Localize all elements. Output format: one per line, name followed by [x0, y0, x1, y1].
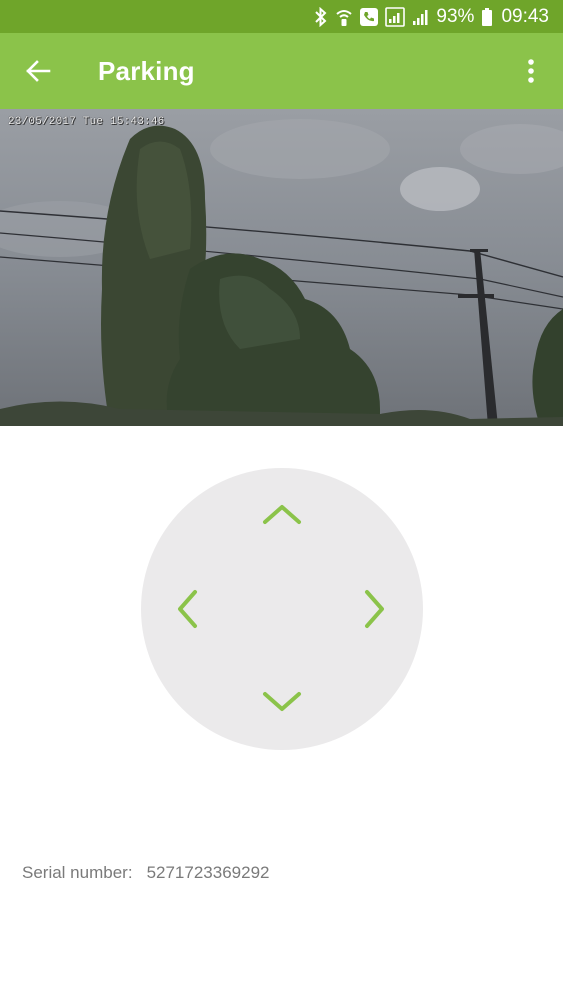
page-title: Parking — [98, 56, 195, 86]
more-vertical-icon — [528, 59, 534, 83]
camera-timestamp: 23/05/2017 Tue 15:43:46 — [8, 116, 165, 128]
battery-icon — [481, 0, 493, 33]
signal-sim2-icon — [412, 0, 430, 33]
chevron-down-icon — [263, 692, 301, 711]
camera-live-view: 23/05/2017 Tue 15:43:46 — [0, 109, 563, 426]
ptz-joystick[interactable] — [141, 468, 423, 750]
phone-icon — [360, 0, 379, 33]
chevron-up-icon — [263, 505, 301, 524]
arrow-left-icon — [26, 60, 51, 82]
pan-left-button[interactable] — [159, 581, 215, 637]
bluetooth-icon — [314, 0, 328, 33]
overflow-menu-button[interactable] — [511, 51, 551, 91]
serial-number-label: Serial number: — [22, 863, 133, 882]
pan-down-button[interactable] — [254, 674, 310, 730]
chevron-right-icon — [365, 590, 384, 628]
app-bar: Parking — [0, 33, 563, 109]
serial-number-row: Serial number: 5271723369292 — [22, 862, 269, 884]
status-bar: 93% 09:43 — [0, 0, 563, 33]
app-screen: 93% 09:43 Parking 23/05/2017 Tue 15:43:4… — [0, 0, 563, 1000]
back-button[interactable] — [18, 51, 58, 91]
wifi-calling-icon — [335, 0, 353, 33]
pan-up-button[interactable] — [254, 486, 310, 542]
serial-number-value: 5271723369292 — [146, 863, 270, 882]
battery-percent: 93% — [436, 5, 475, 27]
signal-sim1-icon — [385, 0, 406, 33]
pan-right-button[interactable] — [347, 581, 403, 637]
clock: 09:43 — [501, 5, 549, 27]
chevron-left-icon — [178, 590, 197, 628]
camera-frame-image — [0, 109, 563, 426]
